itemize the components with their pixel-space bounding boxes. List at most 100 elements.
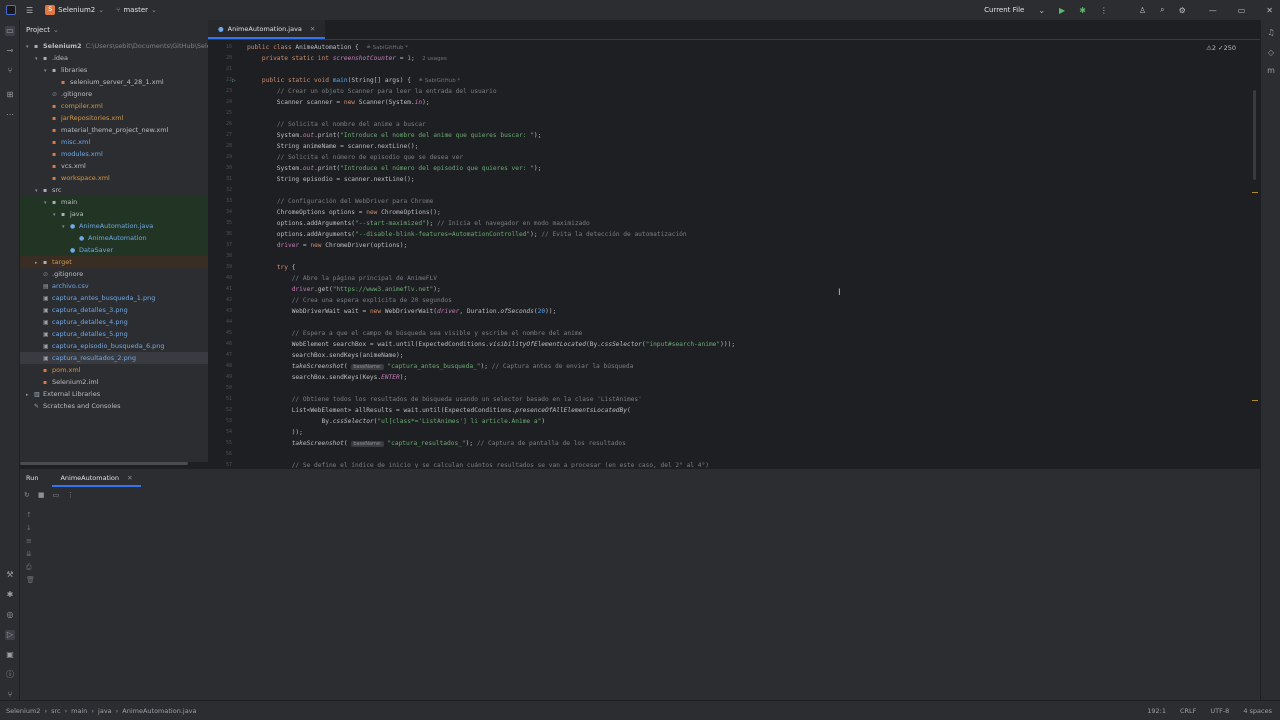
maven-icon[interactable]: m bbox=[1266, 66, 1276, 76]
code-line[interactable]: 22 ▷ public static void main(String[] arg… bbox=[208, 75, 1260, 86]
user-icon[interactable]: ♙ bbox=[1139, 6, 1146, 15]
minimize-icon[interactable]: — bbox=[1209, 6, 1217, 15]
tree-item[interactable]: ▪ modules.xml bbox=[20, 148, 208, 160]
tree-item[interactable]: ▣ captura_antes_busqueda_1.png bbox=[20, 292, 208, 304]
code-line[interactable]: 38 bbox=[208, 251, 1260, 262]
code-line[interactable]: 24 Scanner scanner = new Scanner(System.… bbox=[208, 97, 1260, 108]
indent-setting[interactable]: 4 spaces bbox=[1243, 707, 1272, 715]
code-area[interactable]: 16 public class AnimeAutomation { ≗ SabiG… bbox=[208, 42, 1260, 468]
notifications-icon[interactable]: ♫ bbox=[1266, 28, 1276, 38]
project-horizontal-scrollbar[interactable] bbox=[20, 462, 188, 465]
git-tool-icon[interactable]: ⑂ bbox=[5, 66, 15, 76]
editor-tab[interactable]: ● AnimeAutomation.java ✕ bbox=[208, 20, 326, 39]
close-tab-icon[interactable]: ✕ bbox=[310, 25, 315, 33]
code-line[interactable]: 41 driver.get("https://www3.animeflv.net… bbox=[208, 284, 1260, 295]
code-line[interactable]: 51 // Obtiene todos los resultados de bú… bbox=[208, 394, 1260, 405]
print-icon[interactable]: ⎙ bbox=[26, 561, 35, 574]
code-line[interactable]: 47 searchBox.sendKeys(animeName); bbox=[208, 350, 1260, 361]
breadcrumb-item[interactable]: java bbox=[98, 707, 112, 715]
code-line[interactable]: 46 WebElement searchBox = wait.until(Exp… bbox=[208, 339, 1260, 350]
tree-item[interactable]: ▾ ▪ libraries bbox=[20, 64, 208, 76]
tree-item[interactable]: ▾ ● AnimeAutomation.java bbox=[20, 220, 208, 232]
tree-item[interactable]: ▾ ▪ java bbox=[20, 208, 208, 220]
code-line[interactable]: 27 System.out.print("Introduce el nombre… bbox=[208, 130, 1260, 141]
ai-assistant-icon[interactable]: ◇ bbox=[1266, 48, 1276, 58]
tree-item[interactable]: ▪ workspace.xml bbox=[20, 172, 208, 184]
run-tool-icon[interactable]: ▷ bbox=[5, 630, 15, 640]
code-line[interactable]: 16 public class AnimeAutomation { ≗ SabiG… bbox=[208, 42, 1260, 53]
code-line[interactable]: 20 private static int screenshotCounter … bbox=[208, 53, 1260, 64]
file-encoding[interactable]: UTF-8 bbox=[1210, 707, 1229, 715]
scroll-end-icon[interactable]: ⇊ bbox=[26, 548, 35, 561]
stop-icon[interactable]: ■ bbox=[38, 491, 45, 499]
debug-icon[interactable]: ✱ bbox=[1079, 6, 1086, 15]
more-actions-icon[interactable]: ⋮ bbox=[67, 491, 74, 499]
project-selector[interactable]: S Selenium2 ⌄ bbox=[45, 5, 104, 15]
code-line[interactable]: 35 options.addArguments("--start-maximiz… bbox=[208, 218, 1260, 229]
tree-item[interactable]: ▪ material_theme_project_new.xml bbox=[20, 124, 208, 136]
code-line[interactable]: 55 takeScreenshot( baseName: "captura_re… bbox=[208, 438, 1260, 449]
error-stripe-mark[interactable] bbox=[1252, 400, 1258, 401]
main-menu-icon[interactable]: ☰ bbox=[26, 6, 33, 15]
breadcrumb-item[interactable]: src bbox=[51, 707, 61, 715]
tree-item[interactable]: ✎ Scratches and Consoles bbox=[20, 400, 208, 412]
code-line[interactable]: 50 bbox=[208, 383, 1260, 394]
breadcrumb-item[interactable]: Selenium2 bbox=[6, 707, 40, 715]
up-icon[interactable]: ↑ bbox=[26, 509, 35, 522]
code-line[interactable]: 30 System.out.print("Introduce el número… bbox=[208, 163, 1260, 174]
code-line[interactable]: 34 ChromeOptions options = new ChromeOpt… bbox=[208, 207, 1260, 218]
code-line[interactable]: 56 bbox=[208, 449, 1260, 460]
tree-item[interactable]: ⊘ .gitignore bbox=[20, 88, 208, 100]
code-line[interactable]: 48 takeScreenshot( baseName: "captura_an… bbox=[208, 361, 1260, 372]
code-line[interactable]: 43 WebDriverWait wait = new WebDriverWai… bbox=[208, 306, 1260, 317]
run-icon[interactable]: ▶ bbox=[1059, 6, 1065, 15]
debug-tool-icon[interactable]: ✱ bbox=[5, 590, 15, 600]
project-tool-icon[interactable]: ▭ bbox=[5, 26, 15, 36]
layout-icon[interactable]: ▭ bbox=[53, 491, 60, 499]
tree-item[interactable]: ▾ ▪ .idea bbox=[20, 52, 208, 64]
breadcrumb-item[interactable]: AnimeAutomation.java bbox=[122, 707, 196, 715]
ide-logo-icon[interactable] bbox=[6, 5, 16, 15]
code-line[interactable]: 36 options.addArguments("--disable-blink… bbox=[208, 229, 1260, 240]
code-line[interactable]: 33 // Configuración del WebDriver para C… bbox=[208, 196, 1260, 207]
close-tab-icon[interactable]: ✕ bbox=[127, 474, 132, 482]
tree-item[interactable]: ▣ captura_episodio_busqueda_6.png bbox=[20, 340, 208, 352]
tree-item[interactable]: ▪ Selenium2.iml bbox=[20, 376, 208, 388]
project-panel-header[interactable]: Project ⌄ bbox=[20, 20, 208, 40]
line-separator[interactable]: CRLF bbox=[1180, 707, 1196, 715]
build-tool-icon[interactable]: ⚒ bbox=[5, 570, 15, 580]
tree-item[interactable]: ▪ compiler.xml bbox=[20, 100, 208, 112]
tree-item[interactable]: ▪ selenium_server_4_28_1.xml bbox=[20, 76, 208, 88]
maximize-icon[interactable]: ▭ bbox=[1238, 6, 1246, 15]
clear-icon[interactable]: 🗑 bbox=[26, 574, 35, 587]
tree-item[interactable]: ▸ ▥ External Libraries bbox=[20, 388, 208, 400]
code-line[interactable]: 32 bbox=[208, 185, 1260, 196]
tree-item[interactable]: ▪ vcs.xml bbox=[20, 160, 208, 172]
code-line[interactable]: 25 bbox=[208, 108, 1260, 119]
code-line[interactable]: 57 // Se define el índice de inicio y se… bbox=[208, 460, 1260, 468]
tree-item[interactable]: ▣ captura_detalles_3.png bbox=[20, 304, 208, 316]
branch-selector[interactable]: ⑂ master ⌄ bbox=[116, 6, 157, 14]
services-tool-icon[interactable]: ◎ bbox=[5, 610, 15, 620]
tree-item[interactable]: ▪ pom.xml bbox=[20, 364, 208, 376]
run-tab[interactable]: AnimeAutomation ✕ bbox=[52, 469, 141, 487]
code-line[interactable]: 40 // Abre la página principal de AnimeF… bbox=[208, 273, 1260, 284]
code-line[interactable]: 37 driver = new ChromeDriver(options); bbox=[208, 240, 1260, 251]
settings-icon[interactable]: ⚙ bbox=[1179, 6, 1186, 15]
more-tools-icon[interactable]: ⋯ bbox=[5, 110, 15, 120]
code-line[interactable]: 42 // Crea una espera explícita de 20 se… bbox=[208, 295, 1260, 306]
more-actions-icon[interactable]: ⋮ bbox=[1100, 6, 1108, 15]
code-line[interactable]: 44 bbox=[208, 317, 1260, 328]
code-line[interactable]: 49 searchBox.sendKeys(Keys.ENTER); bbox=[208, 372, 1260, 383]
tree-item[interactable]: ▣ captura_resultados_2.png bbox=[20, 352, 208, 364]
run-config-selector[interactable]: Current File bbox=[984, 6, 1024, 14]
code-line[interactable]: 52 List<WebElement> allResults = wait.un… bbox=[208, 405, 1260, 416]
tree-item[interactable]: ▾ ▪ main bbox=[20, 196, 208, 208]
tree-item[interactable]: ▸ ▪ target bbox=[20, 256, 208, 268]
tree-item[interactable]: ● AnimeAutomation bbox=[20, 232, 208, 244]
code-line[interactable]: 45 // Espera a que el campo de búsqueda … bbox=[208, 328, 1260, 339]
chevron-down-icon[interactable]: ⌄ bbox=[1038, 6, 1045, 15]
tree-item[interactable]: ⊘ .gitignore bbox=[20, 268, 208, 280]
code-line[interactable]: 54 )); bbox=[208, 427, 1260, 438]
run-gutter-icon[interactable]: ▷ bbox=[232, 75, 238, 86]
